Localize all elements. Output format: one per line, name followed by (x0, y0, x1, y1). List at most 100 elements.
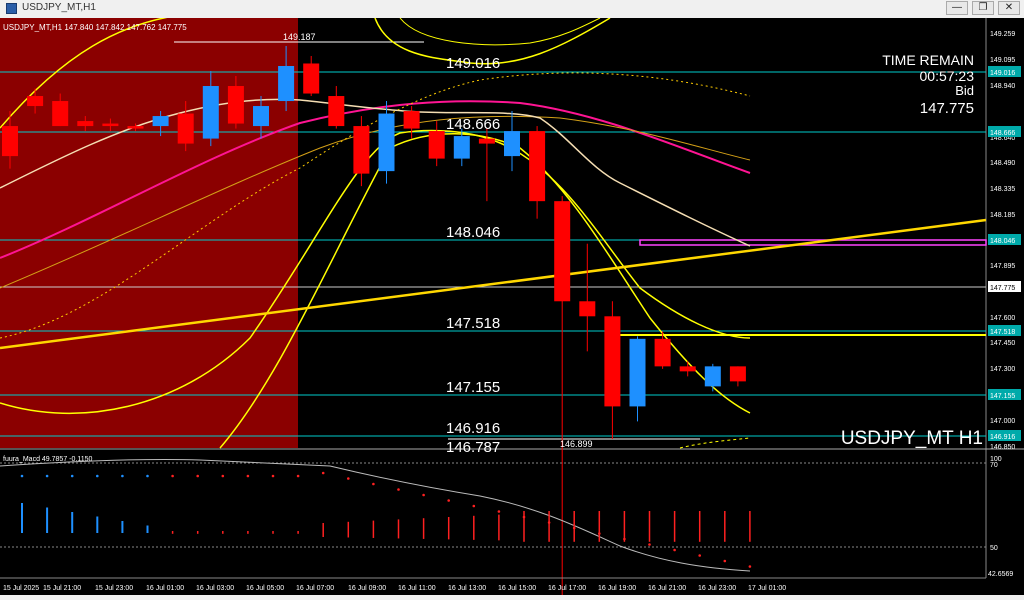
bear-candle[interactable] (102, 123, 119, 127)
bear-candle[interactable] (403, 111, 420, 129)
bear-candle[interactable] (227, 86, 244, 124)
minimize-button[interactable]: — (946, 1, 968, 15)
bear-candle[interactable] (428, 131, 445, 159)
indicator-dot (96, 474, 99, 478)
indicator-scale-70: 70 (990, 462, 998, 469)
price-tag-149016: 149.016 (990, 70, 1015, 77)
indicator-dot (623, 537, 626, 541)
indicator-dot (723, 559, 727, 563)
price-chart[interactable]: 149.187 149.016 148.666 148.046 147.518 … (0, 12, 1024, 600)
bull-candle[interactable] (378, 113, 395, 172)
close-button[interactable]: ✕ (998, 1, 1020, 15)
bear-candle[interactable] (303, 63, 320, 94)
price-tag-147775: 147.775 (990, 285, 1015, 292)
label-149016: 149.016 (446, 55, 500, 72)
time-tick-label: 15 Jul 23:00 (95, 585, 133, 592)
bear-candle[interactable] (2, 126, 18, 157)
bear-candle[interactable] (27, 96, 44, 107)
price-tag-148666: 148.666 (990, 130, 1015, 137)
bull-candle[interactable] (278, 65, 295, 102)
time-tick-label: 16 Jul 05:00 (246, 585, 284, 592)
bear-candle[interactable] (478, 138, 495, 144)
bear-candle[interactable] (654, 338, 671, 367)
bear-candle[interactable] (77, 121, 94, 127)
bull-candle[interactable] (629, 338, 646, 407)
price-tick: 147.300 (990, 366, 1015, 373)
outer-lower-band (219, 133, 751, 449)
indicator-dot (598, 532, 601, 535)
indicator-dot (121, 474, 124, 478)
time-remain-value: 00:57:23 (920, 68, 975, 84)
label-148666: 148.666 (446, 116, 500, 133)
level-labels: 149.187 149.016 148.666 148.046 147.518 … (283, 32, 593, 456)
price-tick: 147.000 (990, 418, 1015, 425)
bear-candle[interactable] (729, 366, 746, 382)
indicator-dot (296, 474, 300, 478)
time-tick-label: 15 Jul 21:00 (43, 585, 81, 592)
indicator-dot (146, 474, 149, 478)
price-tick: 148.335 (990, 186, 1015, 193)
mt4-chart-window: USDJPY_MT,H1 — ❐ ✕ 149.187 149.016 148.6… (0, 0, 1024, 600)
bull-candle[interactable] (202, 86, 219, 139)
indicator-dot (321, 471, 325, 475)
indicator-dot (422, 493, 425, 497)
window-titlebar[interactable]: USDJPY_MT,H1 — ❐ ✕ (0, 0, 1024, 19)
chart-area[interactable]: 149.187 149.016 148.666 148.046 147.518 … (0, 12, 1024, 600)
price-tag-146916: 146.916 (990, 434, 1015, 441)
indicator-dot (271, 474, 275, 478)
restore-button[interactable]: ❐ (972, 1, 994, 15)
bull-candle[interactable] (453, 136, 470, 159)
time-tick-label: 16 Jul 17:00 (548, 585, 586, 592)
indicator-dot (673, 548, 676, 552)
bear-candle[interactable] (127, 126, 144, 129)
bear-candle[interactable] (679, 366, 696, 372)
time-tick-label: 16 Jul 19:00 (598, 585, 636, 592)
time-tick-label: 16 Jul 01:00 (146, 585, 184, 592)
indicator-dot (572, 526, 576, 530)
label-147155: 147.155 (446, 379, 500, 396)
indicator-dot (522, 515, 526, 519)
label-149187: 149.187 (283, 32, 316, 42)
bull-candle[interactable] (704, 366, 721, 387)
indicator-dot (171, 474, 174, 478)
time-tick-label: 16 Jul 21:00 (648, 585, 686, 592)
bear-candle[interactable] (554, 201, 571, 302)
indicator-dot (497, 510, 501, 513)
bull-candle[interactable] (504, 131, 520, 157)
bull-candle[interactable] (253, 106, 269, 127)
indicator-scale-min: 42.6569 (988, 571, 1013, 578)
indicator-dot (20, 474, 24, 478)
bear-candle[interactable] (529, 131, 546, 202)
time-tick-label: 15 Jul 2025 (3, 585, 39, 592)
bid-label: Bid (955, 83, 974, 98)
price-tick: 146.850 (990, 444, 1015, 451)
bid-value: 147.775 (920, 100, 974, 117)
bull-candle[interactable] (152, 116, 169, 127)
price-tag-147518: 147.518 (990, 329, 1015, 336)
price-tick: 149.095 (990, 57, 1015, 64)
price-tick: 147.895 (990, 263, 1015, 270)
bear-candle[interactable] (579, 301, 596, 317)
label-148046: 148.046 (446, 224, 500, 241)
indicator-dot (447, 499, 451, 502)
label-146916: 146.916 (446, 420, 500, 437)
indicator-dot (748, 565, 752, 568)
indicator-dot (648, 543, 651, 546)
indicator-dot (372, 482, 375, 486)
bear-candle[interactable] (353, 126, 370, 174)
bear-candle[interactable] (177, 113, 194, 144)
bear-candle[interactable] (604, 316, 621, 407)
price-tag-148046: 148.046 (990, 238, 1015, 245)
bear-candle[interactable] (328, 96, 345, 127)
indicator-dot (221, 474, 225, 478)
indicator-dot (397, 488, 400, 491)
indicator-dot (246, 474, 250, 478)
price-tick: 147.450 (990, 340, 1015, 347)
indicator-dot (472, 504, 476, 508)
indicator-dot (45, 474, 49, 478)
chart-header: USDJPY_MT,H1 147.840 147.842 147.762 147… (3, 23, 187, 32)
indicator-dot (698, 554, 701, 557)
time-tick-label: 16 Jul 15:00 (498, 585, 536, 592)
bear-candle[interactable] (52, 101, 69, 127)
macd-subwindow[interactable]: fuura_Macd 49.7857 -0.1150 100 70 50 42.… (0, 456, 1013, 578)
